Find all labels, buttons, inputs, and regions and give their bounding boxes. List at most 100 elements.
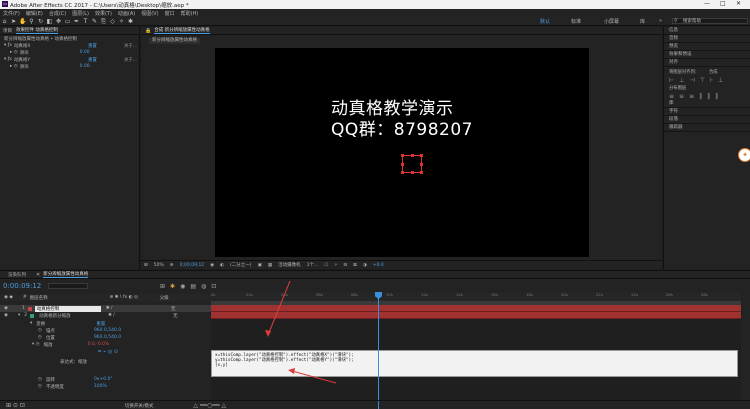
distribute-left-icon[interactable]: ‖	[699, 93, 702, 100]
close-button[interactable]: ✕	[736, 0, 741, 7]
panel-tracker[interactable]: 跟踪器	[664, 124, 750, 132]
workspace-libraries[interactable]: 库	[640, 18, 645, 25]
exposure-value[interactable]: +0.0	[373, 263, 384, 268]
search-help-input[interactable]: 搜索帮助	[672, 18, 748, 24]
effect-row[interactable]: ▾ ƒx 动真格X 重置 关于...	[0, 42, 139, 49]
overlay-badge-icon[interactable]: ✦	[738, 148, 750, 162]
workspace-default[interactable]: 默认	[540, 18, 550, 25]
effect-reset[interactable]: 重置	[88, 57, 124, 63]
panel-info[interactable]: 信息	[664, 27, 750, 35]
fx-icon[interactable]: ▾ ƒx	[4, 57, 12, 62]
exposure-icon[interactable]: ◑	[363, 263, 367, 268]
panel-audio[interactable]: 音频	[664, 35, 750, 43]
workspace-small-screen[interactable]: 小屏幕	[604, 18, 619, 25]
toggle-switches-modes[interactable]: 切换开关/模式	[125, 403, 154, 409]
maximize-button[interactable]: □	[720, 0, 726, 7]
scale-handle[interactable]	[411, 154, 414, 157]
workspace-standard[interactable]: 标准	[571, 18, 581, 25]
pan-behind-tool-icon[interactable]: ✥	[55, 18, 62, 25]
snapshot-icon[interactable]: ◉	[210, 263, 214, 268]
menu-view[interactable]: 视图(V)	[141, 10, 158, 17]
slider-row[interactable]: ▸ ◷ 滑块 0.00	[0, 63, 139, 70]
menu-composition[interactable]: 合成(C)	[49, 10, 66, 17]
effect-reset[interactable]: 重置	[88, 43, 124, 49]
scale-handle[interactable]	[420, 163, 423, 166]
brush-tool-icon[interactable]: ✎	[91, 18, 98, 25]
slider-value[interactable]: 0.00	[80, 64, 90, 69]
distribute-center-icon[interactable]: ‖	[707, 93, 710, 100]
timeline-icon[interactable]: ⊟	[343, 263, 347, 268]
color-channel-icon[interactable]: ◐	[220, 263, 224, 268]
hand-tool-icon[interactable]: ✋	[19, 18, 26, 25]
align-top-icon[interactable]: ⊤	[700, 77, 705, 84]
panel-align[interactable]: 对齐	[664, 59, 750, 67]
camera-tool-icon[interactable]: ◧	[46, 18, 53, 25]
fx-icon[interactable]: ▾ ƒx	[4, 43, 12, 48]
effect-about[interactable]: 关于...	[124, 57, 137, 63]
align-left-icon[interactable]: ⊢	[669, 77, 674, 84]
composition-canvas[interactable]: 动真格教学演示 QQ群：8798207	[215, 48, 589, 257]
current-time[interactable]: 0;00;09;12	[180, 263, 205, 268]
menu-window[interactable]: 窗口	[165, 10, 175, 17]
scale-handle[interactable]	[420, 154, 423, 157]
panel-preview[interactable]: 预览	[664, 43, 750, 51]
magnification-icon[interactable]: ⊞	[144, 263, 148, 268]
tab-composition[interactable]: 合成 新分辨缩放属性动真格	[154, 27, 210, 34]
distribute-top-icon[interactable]: ≡	[669, 93, 674, 100]
puppet-tool-icon[interactable]: ✱	[127, 18, 134, 25]
scale-handle[interactable]	[411, 171, 414, 174]
transparency-grid-icon[interactable]: ▦	[268, 263, 272, 268]
panel-effects-presets[interactable]: 效果和预设	[664, 51, 750, 59]
panel-character[interactable]: 字符	[664, 108, 750, 116]
panel-libraries[interactable]: 库	[664, 100, 750, 108]
stopwatch-icon[interactable]: ▸ ◷	[10, 50, 18, 55]
home-icon[interactable]: ⌂	[1, 18, 8, 25]
slider-row[interactable]: ▸ ◷ 滑块 0.00	[0, 49, 139, 56]
flowchart-icon[interactable]: ⊠	[353, 263, 357, 268]
align-target-select[interactable]: 合成	[709, 69, 718, 75]
scale-handle[interactable]	[420, 171, 423, 174]
zoom-select[interactable]: 50%	[154, 263, 164, 268]
menu-effect[interactable]: 效果(T)	[95, 10, 112, 17]
grid-icon[interactable]: ⊕	[170, 263, 174, 268]
stopwatch-icon[interactable]: ▸ ◷	[10, 64, 18, 69]
camera-select[interactable]: 活动摄像机	[278, 262, 301, 268]
composition-sub-tab[interactable]: 新分辨缩放属性动真格	[149, 38, 200, 44]
menu-edit[interactable]: 编辑(E)	[26, 10, 43, 17]
menu-animation[interactable]: 动画(A)	[118, 10, 135, 17]
distribute-bottom-icon[interactable]: ≡	[689, 93, 694, 100]
scale-handle[interactable]	[401, 171, 404, 174]
lock-icon[interactable]: 🔒	[145, 28, 151, 34]
render-icon[interactable]: ⎔	[324, 263, 328, 268]
menu-file[interactable]: 文件(F)	[3, 10, 20, 17]
eraser-tool-icon[interactable]: ◇	[109, 18, 116, 25]
slider-value[interactable]: 0.00	[80, 50, 90, 55]
menu-layer[interactable]: 图层(L)	[72, 10, 89, 17]
effect-row[interactable]: ▾ ƒx 动真格Y 重置 关于...	[0, 56, 139, 63]
scale-handle[interactable]	[401, 163, 404, 166]
distribute-right-icon[interactable]: ‖	[715, 93, 718, 100]
tab-effect-controls[interactable]: 效果控件 动真格控制	[16, 27, 58, 34]
roto-tool-icon[interactable]: ✧	[118, 18, 125, 25]
fast-preview-icon[interactable]: ⚡	[334, 263, 337, 268]
effect-about[interactable]: 关于...	[124, 43, 137, 49]
distribute-middle-icon[interactable]: ≡	[679, 93, 684, 100]
clone-tool-icon[interactable]: ⎘	[100, 18, 107, 25]
minimize-button[interactable]: —	[704, 0, 710, 7]
footer-icons[interactable]: ⊞ ⊙ ⊡	[6, 402, 25, 409]
align-center-icon[interactable]: ⊥	[679, 77, 684, 84]
region-icon[interactable]: ▣	[258, 263, 262, 268]
rotate-tool-icon[interactable]: ↻	[37, 18, 44, 25]
zoom-tool-icon[interactable]: ⚲	[28, 18, 35, 25]
align-middle-icon[interactable]: ⊦	[710, 77, 713, 84]
tab-project[interactable]: 项目	[3, 28, 12, 34]
align-right-icon[interactable]: ⊣	[689, 77, 694, 84]
rectangle-tool-icon[interactable]: ▭	[64, 18, 71, 25]
anchor-handle[interactable]	[401, 154, 404, 157]
resolution-select[interactable]: (二分之一)	[230, 262, 252, 268]
pen-tool-icon[interactable]: ✒	[73, 18, 80, 25]
menu-help[interactable]: 帮助(H)	[181, 10, 199, 17]
zoom-slider-icon[interactable]: △ ━━○━━ △	[193, 402, 226, 409]
text-tool-icon[interactable]: T	[82, 18, 89, 25]
selection-tool-icon[interactable]: ➤	[10, 18, 17, 25]
